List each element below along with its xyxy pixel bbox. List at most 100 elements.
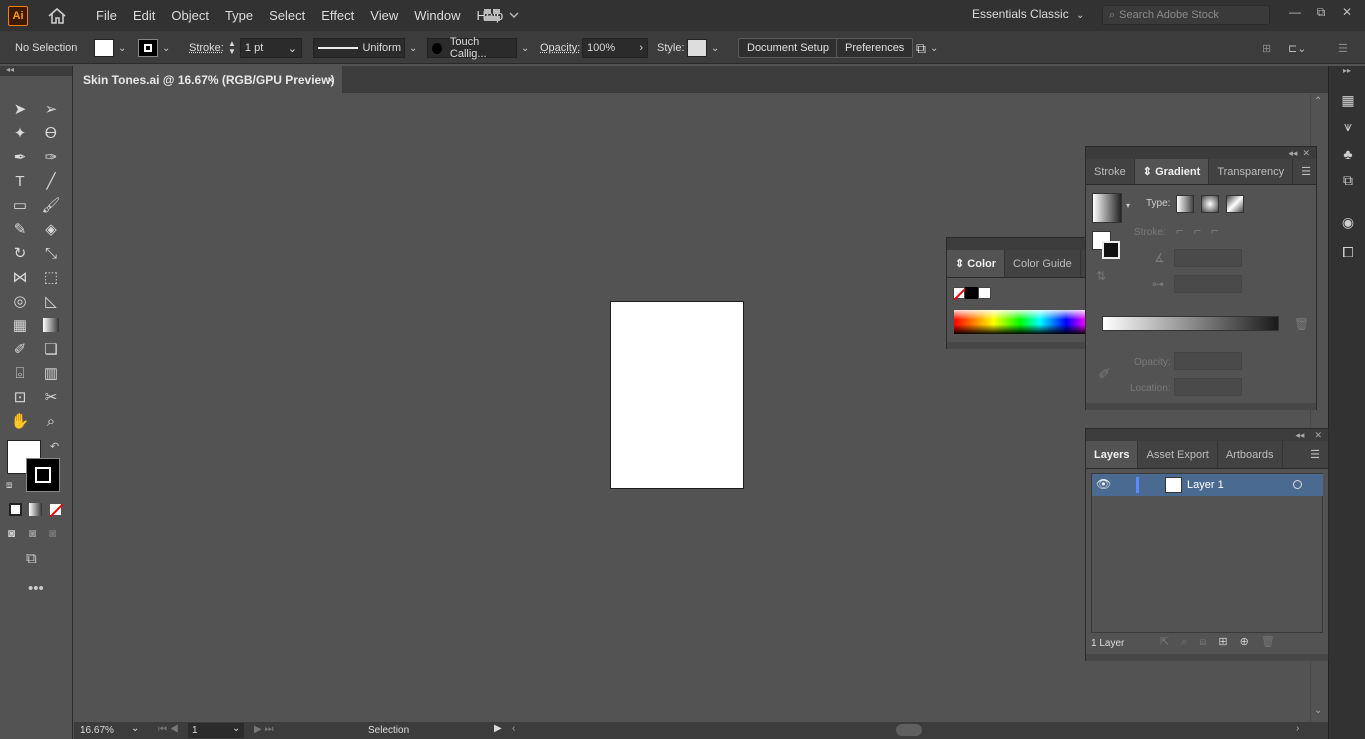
width-tool-icon[interactable]: ⋈ (9, 266, 31, 288)
screen-mode-icon[interactable]: ⧉ (26, 550, 37, 567)
brushes-icon[interactable]: ⩛ (1339, 118, 1357, 136)
color-spectrum[interactable] (954, 310, 1086, 334)
resize-grip[interactable] (1086, 654, 1328, 661)
line-tool-icon[interactable]: ╱ (40, 170, 62, 192)
stroke-label[interactable]: Stroke: (189, 38, 224, 58)
shaper-tool-icon[interactable]: ✎ (9, 218, 31, 240)
perspective-grid-icon[interactable]: ◺ (40, 290, 62, 312)
new-sublayer-icon[interactable]: ⊞ (1218, 636, 1239, 648)
tab-color[interactable]: ⇕ Color (947, 250, 1006, 277)
transform-panel-icon[interactable]: ⧠ (1339, 244, 1357, 262)
layer-row[interactable]: 👁 Layer 1 (1092, 474, 1323, 496)
color-mode-icon[interactable] (9, 503, 22, 516)
brush-definition[interactable]: Touch Callig... ⌄ (427, 36, 529, 60)
locate-icon[interactable]: ⌕ (1181, 636, 1199, 648)
scale-tool-icon[interactable]: ⤡ (40, 242, 62, 264)
shape-builder-icon[interactable]: ◎ (9, 290, 31, 312)
close-tab-icon[interactable]: × (327, 73, 334, 87)
stroke-indicator[interactable] (1102, 241, 1120, 259)
lasso-icon[interactable]: Ꮎ (40, 122, 62, 144)
stroke-swatch[interactable]: ⌄ (138, 38, 170, 58)
tab-artboards[interactable]: Artboards (1218, 441, 1283, 468)
blend-tool-icon[interactable]: ❏ (40, 338, 62, 360)
tab-layers[interactable]: Layers (1086, 441, 1139, 468)
swap-colors-icon[interactable]: ↶ (50, 440, 59, 453)
stroke-color-swatch[interactable] (26, 458, 60, 492)
opacity-field[interactable]: 100% › (582, 38, 648, 58)
free-transform-icon[interactable]: ⬚ (40, 266, 62, 288)
symbols-icon[interactable]: ♣ (1339, 146, 1357, 164)
draw-behind-icon[interactable]: ◙ (29, 526, 36, 540)
menu-edit[interactable]: Edit (125, 8, 163, 23)
zoom-level[interactable]: 16.67% (80, 725, 114, 736)
tab-asset-export[interactable]: Asset Export (1138, 441, 1218, 468)
layer-name[interactable]: Layer 1 (1187, 479, 1224, 491)
scroll-up-icon[interactable]: ⌃ (1314, 96, 1322, 107)
collapse-icon[interactable]: ◂◂ (1288, 148, 1297, 158)
direct-selection-tool-icon[interactable]: ➢ (40, 98, 62, 120)
panel-menu-icon[interactable]: ☰ (1302, 441, 1328, 468)
close-panel-icon[interactable]: ✕ (1314, 430, 1322, 440)
tab-transparency[interactable]: Transparency (1209, 159, 1294, 184)
chevron-down-icon[interactable]: ⌄ (232, 723, 240, 734)
align-icon[interactable]: ⊞ (1262, 38, 1271, 58)
default-colors-icon[interactable]: ⧈ (6, 480, 12, 491)
menu-select[interactable]: Select (261, 8, 313, 23)
restore-icon[interactable]: ⧉ (1311, 5, 1331, 23)
first-artboard-icon[interactable]: ⏮ ◀ (158, 724, 179, 735)
last-artboard-icon[interactable]: ▶ ⏭ (254, 724, 273, 735)
delete-layer-icon[interactable]: 🗑 (1261, 636, 1287, 648)
linear-gradient-icon[interactable] (1176, 195, 1194, 213)
draw-normal-icon[interactable]: ◙ (8, 526, 15, 540)
paintbrush-icon[interactable]: 🖌 (40, 194, 62, 216)
type-tool-icon[interactable]: T (9, 170, 31, 192)
fill-swatch[interactable]: ⌄ (94, 38, 126, 58)
chevron-down-icon[interactable]: ⌄ (131, 723, 139, 734)
opacity-label[interactable]: Opacity: (540, 38, 580, 58)
tab-color-guide[interactable]: Color Guide (1005, 250, 1081, 277)
hand-tool-icon[interactable]: ✋ (9, 410, 31, 432)
workspace-switcher[interactable]: Essentials Classic ⌄ (972, 7, 1084, 21)
more-tools-icon[interactable]: ••• (28, 580, 44, 597)
scroll-down-icon[interactable]: ⌄ (1314, 705, 1322, 716)
mesh-tool-icon[interactable]: ▦ (9, 314, 31, 336)
clip-mask-icon[interactable]: ⧈ (1199, 636, 1218, 648)
document-tab[interactable]: Skin Tones.ai @ 16.67% (RGB/GPU Preview)… (74, 66, 342, 94)
selection-tool-icon[interactable]: ➤ (9, 98, 31, 120)
menu-object[interactable]: Object (163, 8, 217, 23)
magic-wand-icon[interactable]: ✦ (9, 122, 31, 144)
graphic-styles-icon[interactable]: ⧉ (1339, 172, 1357, 190)
scroll-right-icon[interactable]: › (1296, 723, 1299, 734)
panel-menu-icon[interactable]: ☰ (1338, 38, 1348, 58)
rotate-tool-icon[interactable]: ↻ (9, 242, 31, 264)
libraries-icon[interactable]: ▦ (1339, 92, 1357, 110)
gradient-mode-icon[interactable] (29, 503, 42, 516)
eyedropper-icon[interactable]: ✐ (9, 338, 31, 360)
resize-grip[interactable] (1086, 403, 1316, 410)
chevron-down-icon[interactable]: ▾ (1126, 201, 1130, 210)
column-graph-icon[interactable]: ▥ (40, 362, 62, 384)
resize-grip[interactable] (947, 342, 1086, 349)
collapse-icon[interactable]: ◂◂ (0, 66, 72, 76)
tab-gradient[interactable]: ⇕ Gradient (1134, 159, 1210, 184)
artboard-tool-icon[interactable]: ⊡ (9, 386, 31, 408)
slice-tool-icon[interactable]: ✂ (40, 386, 62, 408)
none-swatch[interactable] (953, 287, 966, 300)
pen-tool-icon[interactable]: ✒ (9, 146, 31, 168)
appearance-icon[interactable]: ◉ (1339, 214, 1357, 232)
target-icon[interactable] (1293, 480, 1302, 489)
tab-stroke[interactable]: Stroke (1086, 159, 1135, 184)
none-mode-icon[interactable] (49, 503, 63, 517)
expand-dock-icon[interactable]: ▸▸ (1343, 66, 1351, 75)
draw-inside-icon[interactable]: ◙ (49, 526, 56, 540)
variable-width-profile[interactable]: Uniform ⌄ (313, 38, 417, 58)
search-stock-input[interactable]: ⌕ Search Adobe Stock (1102, 5, 1270, 25)
menu-window[interactable]: Window (406, 8, 468, 23)
status-menu-icon[interactable]: ▶ (494, 723, 502, 734)
preferences-button[interactable]: Preferences (836, 38, 914, 58)
horizontal-scroll-thumb[interactable] (896, 724, 922, 736)
gradient-slider[interactable] (1102, 316, 1279, 331)
arrange-icon[interactable]: ⧉ ⌄ (916, 38, 938, 58)
eraser-icon[interactable]: ◈ (40, 218, 62, 240)
document-setup-button[interactable]: Document Setup (738, 38, 838, 58)
